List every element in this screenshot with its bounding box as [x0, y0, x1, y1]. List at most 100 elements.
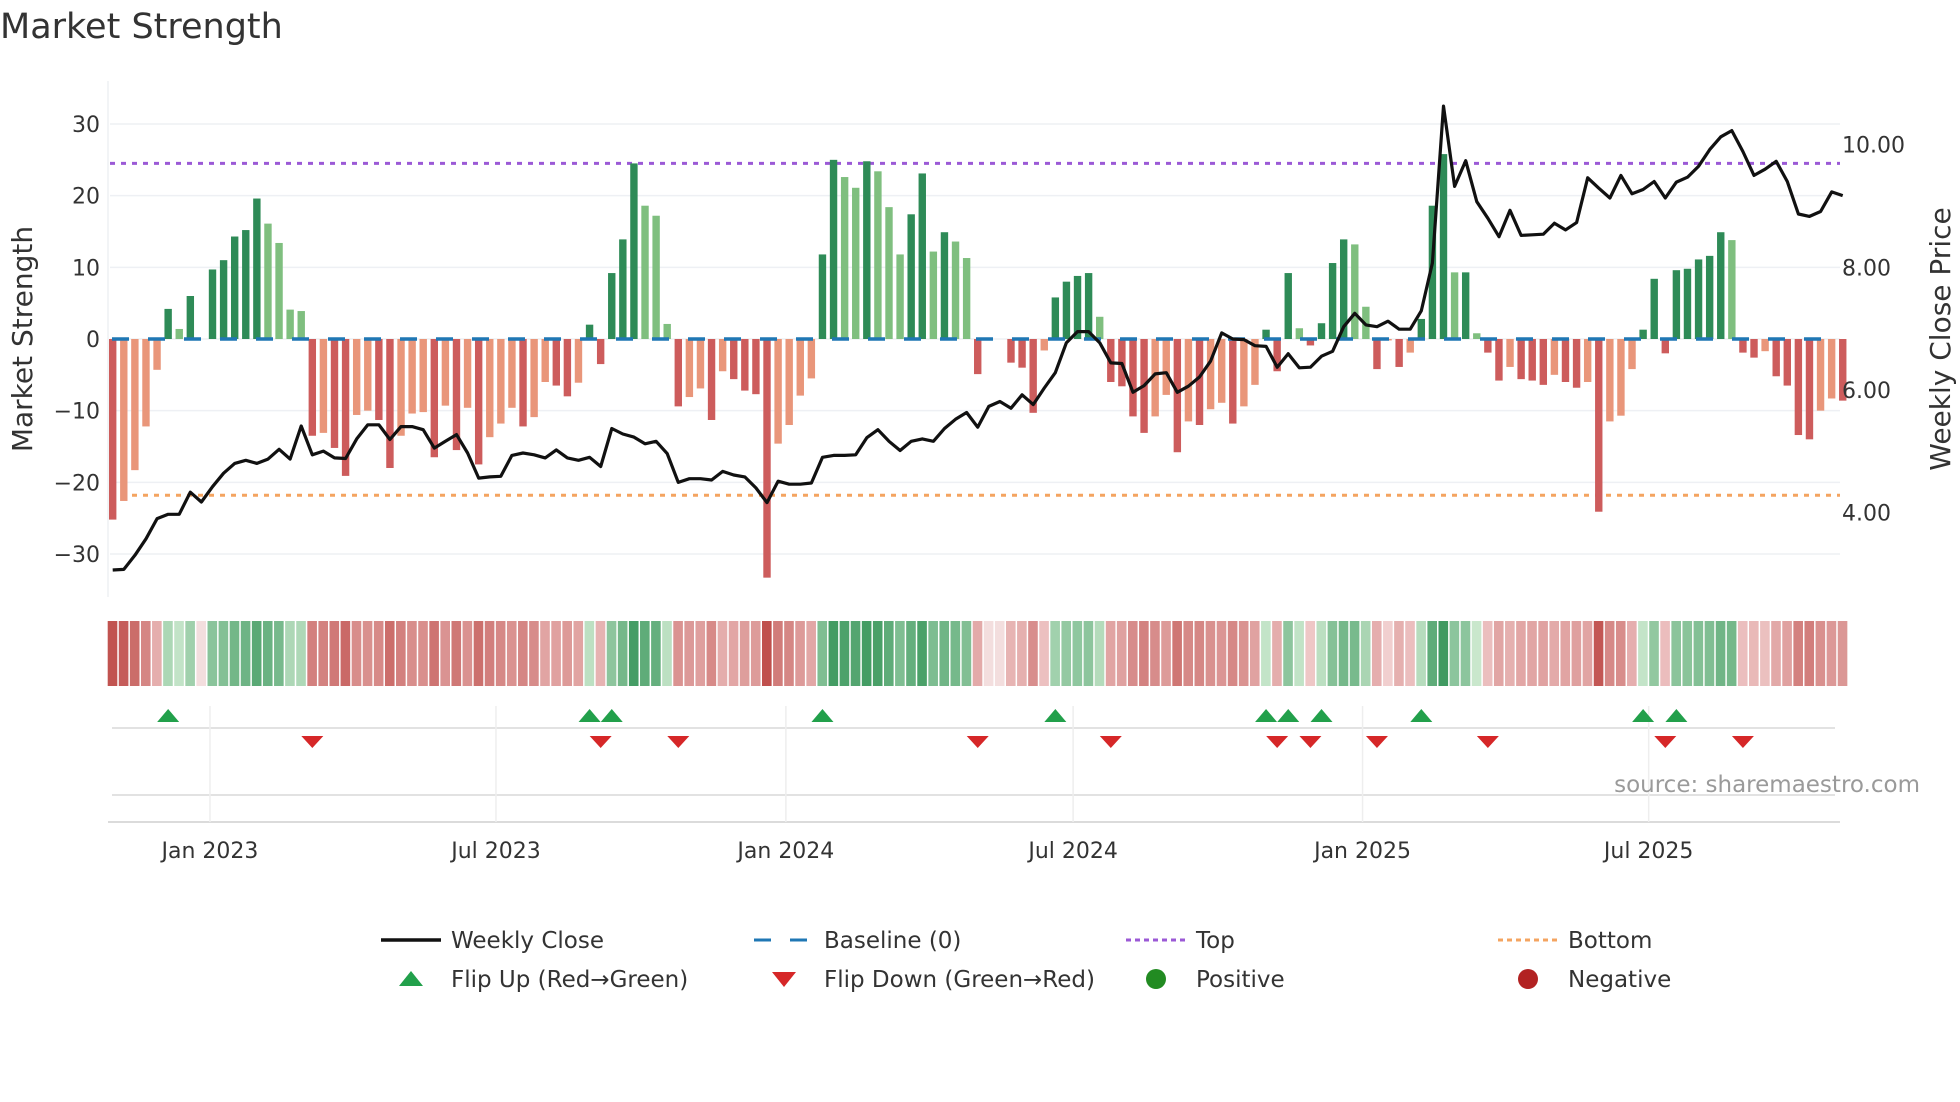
strip-cell — [1194, 621, 1205, 686]
flip-down-marker — [589, 736, 612, 748]
negative-bar — [1018, 339, 1026, 368]
negative-bar — [1572, 339, 1581, 388]
negative-bar — [419, 339, 427, 413]
positive-bar — [275, 242, 283, 339]
negative-bar — [752, 339, 760, 395]
heat-strip — [107, 621, 1848, 686]
legend-circle-negative-icon — [1518, 969, 1538, 989]
positive-bar — [297, 311, 305, 339]
negative-bar — [1539, 339, 1548, 385]
negative-bar — [1229, 339, 1237, 424]
negative-bar — [131, 339, 139, 471]
flip-up-marker — [600, 709, 623, 722]
strip-cell — [917, 621, 927, 686]
positive-bar — [1728, 240, 1736, 339]
negative-bar — [730, 339, 738, 380]
strip-cell — [1671, 621, 1681, 686]
negative-bar — [1794, 339, 1803, 436]
negative-bar — [1661, 339, 1669, 354]
strip-cell — [1571, 621, 1582, 686]
strip-cell — [185, 621, 195, 686]
left-tick-label: −20 — [54, 471, 100, 496]
strip-cell — [396, 621, 406, 686]
strip-cell — [307, 621, 317, 686]
negative-bar — [1373, 339, 1381, 370]
flip-up-marker — [811, 709, 834, 722]
strip-cell — [118, 621, 129, 686]
negative-bar — [1606, 339, 1614, 422]
flip-down-marker — [1299, 736, 1322, 748]
positive-bar — [1473, 333, 1481, 339]
flip-down-marker — [1365, 736, 1388, 748]
positive-bar — [863, 161, 871, 339]
strip-cell — [1427, 621, 1438, 686]
left-tick-label: −10 — [54, 400, 100, 425]
strip-cell — [1249, 621, 1260, 686]
strip-cell — [229, 621, 240, 686]
strip-cell — [1083, 621, 1094, 686]
negative-bar — [774, 339, 782, 444]
positive-bar — [907, 214, 915, 339]
positive-bar — [164, 308, 172, 339]
strip-cell — [540, 621, 550, 686]
negative-bar — [541, 339, 549, 382]
positive-bar — [1317, 323, 1326, 339]
flip-up-marker — [1277, 709, 1300, 722]
strip-cell — [1693, 621, 1704, 686]
negative-bar — [1495, 339, 1503, 381]
positive-bar — [1461, 272, 1470, 339]
negative-bar — [1561, 339, 1570, 382]
strip-cell — [784, 621, 794, 686]
strip-cell — [872, 621, 883, 686]
strip-cell — [773, 621, 783, 686]
strip-cell — [1782, 621, 1792, 686]
strip-cell — [1327, 621, 1338, 686]
negative-bar — [1517, 339, 1525, 380]
negative-bar — [364, 339, 372, 411]
strip-cell — [518, 621, 528, 686]
negative-bar — [1739, 339, 1747, 353]
positive-bar — [219, 260, 228, 339]
strip-cell — [806, 621, 816, 686]
positive-bar — [940, 232, 949, 339]
left-tick-label: 10 — [72, 256, 100, 281]
negative-bar — [530, 339, 538, 418]
negative-bar — [1761, 339, 1769, 352]
strip-cell — [861, 621, 872, 686]
flip-up-marker — [157, 709, 180, 722]
strip-cell — [407, 621, 417, 686]
strip-cell — [418, 621, 428, 686]
strip-cell — [1516, 621, 1526, 686]
strip-cell — [1416, 621, 1426, 686]
strip-cell — [285, 621, 295, 686]
strip-cell — [484, 621, 495, 686]
negative-bar — [142, 339, 150, 427]
strip-cell — [839, 621, 850, 686]
strip-cell — [1660, 621, 1670, 686]
negative-bar — [1173, 339, 1182, 453]
positive-bar — [641, 205, 649, 339]
legend-label: Positive — [1196, 967, 1285, 993]
strip-cell — [939, 621, 950, 686]
strip-cell — [972, 621, 983, 686]
negative-bar — [109, 339, 117, 520]
left-axis-title: Market Strength — [6, 226, 39, 452]
strip-cell — [1338, 621, 1349, 686]
strip-cell — [1749, 621, 1759, 686]
positive-bar — [929, 251, 938, 339]
negative-bar — [397, 339, 405, 436]
strip-cell — [762, 621, 772, 686]
negative-bar — [574, 339, 583, 383]
chart-title: Market Strength — [0, 7, 283, 47]
legend-label: Flip Down (Green→Red) — [824, 967, 1095, 993]
right-tick-label: 6.00 — [1842, 379, 1891, 404]
negative-bar — [1583, 339, 1592, 382]
strip-cell — [584, 621, 595, 686]
strip-cell — [529, 621, 539, 686]
flip-up-marker — [1665, 709, 1688, 722]
source-text: source: sharemaestro.com — [1614, 772, 1920, 798]
strip-cell — [384, 621, 395, 686]
flip-down-marker — [1731, 736, 1754, 748]
positive-bar — [1672, 270, 1681, 339]
strip-cell — [717, 621, 728, 686]
